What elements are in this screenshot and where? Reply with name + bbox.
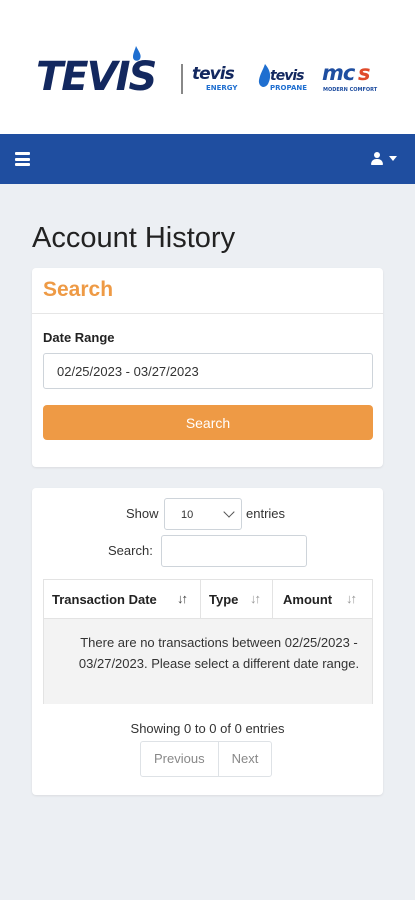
- svg-text:tevis: tevis: [192, 64, 235, 84]
- svg-text:PROPANE: PROPANE: [270, 84, 307, 92]
- next-page-button[interactable]: Next: [217, 742, 272, 776]
- tevis-propane-logo: tevis PROPANE: [256, 60, 314, 101]
- table-header: Transaction Date ↓↑ Type ↓↑ Amount ↓↑: [43, 579, 373, 619]
- logo-header: TEVIS tevis ENERGY tevis PROPANE mc s MO…: [0, 0, 415, 134]
- user-menu-toggle[interactable]: [371, 151, 401, 169]
- date-range-label: Date Range: [43, 330, 115, 345]
- svg-text:mc: mc: [322, 61, 356, 85]
- transactions-card: Show 10 entries Search: Transaction Date…: [32, 488, 383, 795]
- tevis-logo: TEVIS: [36, 44, 176, 101]
- transactions-table: Transaction Date ↓↑ Type ↓↑ Amount ↓↑ Th…: [43, 579, 373, 704]
- svg-text:tevis: tevis: [270, 68, 304, 84]
- show-label: Show: [126, 506, 159, 521]
- table-search-input[interactable]: [161, 535, 307, 567]
- sort-icon: ↓↑: [250, 591, 261, 606]
- table-search-label: Search:: [108, 543, 153, 558]
- card-divider: [32, 313, 383, 314]
- empty-table-message: There are no transactions between 02/25/…: [78, 635, 360, 671]
- table-body: There are no transactions between 02/25/…: [43, 619, 373, 704]
- column-header-amount[interactable]: Amount: [283, 592, 332, 607]
- search-button[interactable]: Search: [43, 405, 373, 440]
- svg-text:TEVIS: TEVIS: [36, 54, 155, 96]
- search-card-title: Search: [43, 278, 114, 301]
- logo-divider: [181, 64, 183, 94]
- column-separator: [200, 580, 201, 618]
- svg-text:ENERGY: ENERGY: [206, 84, 238, 92]
- modern-comfort-logo: mc s MODERN COMFORT: [322, 60, 382, 101]
- search-card: Search Date Range Search: [32, 268, 383, 467]
- sort-desc-icon: ↓↑: [177, 591, 188, 606]
- caret-down-icon: [389, 156, 397, 161]
- previous-page-button[interactable]: Previous: [141, 742, 218, 776]
- pagination: Previous Next: [140, 741, 273, 777]
- svg-text:MODERN COMFORT: MODERN COMFORT: [323, 87, 378, 93]
- table-info: Showing 0 to 0 of 0 entries: [130, 721, 285, 736]
- page-title: Account History: [32, 222, 236, 254]
- column-separator: [272, 580, 273, 618]
- sort-icon: ↓↑: [346, 591, 357, 606]
- svg-text:s: s: [358, 61, 371, 85]
- page-length-value: 10: [181, 509, 194, 521]
- chevron-down-icon: [223, 506, 235, 518]
- entries-label: entries: [246, 506, 286, 521]
- date-range-input[interactable]: [43, 353, 373, 389]
- column-header-type[interactable]: Type: [209, 592, 238, 607]
- top-navbar: [0, 134, 415, 184]
- column-header-transaction-date[interactable]: Transaction Date: [52, 592, 157, 607]
- tevis-energy-logo: tevis ENERGY: [192, 60, 248, 99]
- page-length-select[interactable]: 10: [164, 498, 242, 530]
- hamburger-menu-icon[interactable]: [15, 152, 30, 166]
